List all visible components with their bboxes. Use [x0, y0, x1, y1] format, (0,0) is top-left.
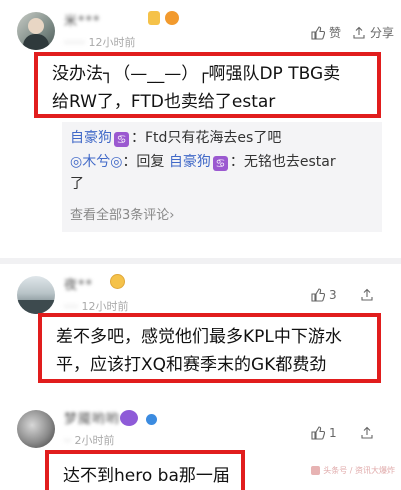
- avatar[interactable]: [17, 12, 55, 50]
- comment-text-line: 达不到hero ba那一届: [63, 466, 230, 486]
- thumbs-up-icon: [311, 25, 325, 40]
- avatar-badge-icon: [120, 410, 138, 426]
- like-button[interactable]: 3: [311, 288, 337, 302]
- vip-badge-icon: [148, 11, 160, 25]
- reply-target-username[interactable]: 自豪狗: [169, 154, 211, 170]
- emoji-badge-icon: [165, 11, 179, 25]
- verified-badge-icon: [146, 414, 157, 425]
- username[interactable]: 夜**: [64, 274, 93, 293]
- avatar[interactable]: [17, 276, 55, 314]
- share-icon: [353, 26, 365, 39]
- comment-text-highlight: 达不到hero ba那一届: [45, 450, 245, 490]
- thumbs-up-icon: [311, 288, 325, 302]
- comment-text-line: 差不多吧，感觉他们最多KPL中下游水: [56, 327, 342, 347]
- comment-text-line: 没办法┐（—__—）┌啊强队DP TBG卖: [52, 64, 341, 84]
- reply-1: 自豪狗 ♋ ：Ftd只有花海去es了吧: [70, 130, 282, 147]
- reply-username[interactable]: ◎木兮◎: [70, 154, 122, 170]
- comment-time: ······ 12小时前: [64, 36, 136, 49]
- like-button[interactable]: 1: [311, 426, 337, 440]
- share-icon: [361, 426, 373, 439]
- username[interactable]: 米***: [64, 10, 101, 29]
- divider: [0, 258, 401, 264]
- thumbs-up-icon: [311, 426, 325, 440]
- username[interactable]: 梦魇哟哟: [64, 408, 120, 427]
- view-all-replies-link[interactable]: 查看全部3条评论›: [70, 206, 174, 226]
- level-badge-icon: [110, 274, 125, 289]
- watermark: 头条号 / 资讯大爆炸: [311, 465, 395, 476]
- comment-text-line: 给RW了，FTD也卖给了estar: [52, 92, 276, 112]
- avatar[interactable]: [17, 410, 55, 448]
- share-icon: [361, 288, 373, 301]
- like-button[interactable]: 赞: [311, 24, 341, 41]
- zodiac-badge-icon: ♋: [212, 156, 228, 171]
- comment-text-highlight: 差不多吧，感觉他们最多KPL中下游水 平，应该打XQ和赛季末的GK都费劲: [38, 313, 381, 383]
- comment-time: ···· 12小时前: [64, 300, 129, 313]
- reply-preview-card[interactable]: 自豪狗 ♋ ：Ftd只有花海去es了吧 ◎木兮◎：回复 自豪狗 ♋ ：无铭也去estar…: [62, 122, 382, 232]
- comment-text-line: 平，应该打XQ和赛季末的GK都费劲: [56, 355, 327, 375]
- logo-icon: [311, 466, 321, 475]
- reply-2-wrap: 了: [70, 176, 84, 192]
- share-button[interactable]: [360, 426, 374, 440]
- zodiac-badge-icon: ♋: [114, 132, 129, 147]
- reply-2: ◎木兮◎：回复 自豪狗 ♋ ：无铭也去estar: [70, 154, 336, 171]
- comment-time: ·· 2小时前: [64, 434, 115, 447]
- share-button[interactable]: [360, 288, 374, 302]
- share-button[interactable]: 分享: [352, 24, 394, 41]
- comment-text-highlight: 没办法┐（—__—）┌啊强队DP TBG卖 给RW了，FTD也卖给了estar: [34, 52, 381, 118]
- reply-username[interactable]: 自豪狗: [70, 130, 112, 146]
